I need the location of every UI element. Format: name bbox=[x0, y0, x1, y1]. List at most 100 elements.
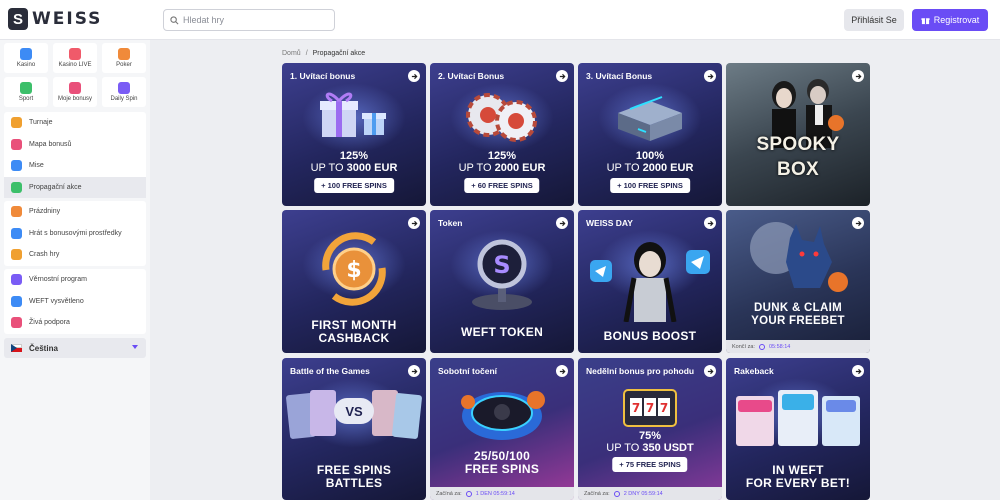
promo-card-welcome-2[interactable]: 2. Uvítací Bonus 125% UP TO 2000 EUR + 6… bbox=[430, 63, 574, 206]
chevron-down-icon bbox=[132, 345, 138, 349]
countdown-label: Končí za: bbox=[732, 343, 755, 350]
sidebar-item-crash-hry[interactable]: Crash hry bbox=[4, 244, 146, 266]
logo-mark: S bbox=[8, 8, 28, 30]
countdown-time: 1 DEN 05:59:14 bbox=[475, 490, 515, 497]
search-box[interactable] bbox=[163, 9, 335, 31]
tile-label: Daily Spin bbox=[110, 96, 138, 102]
sidebar-item-label: Prázdniny bbox=[29, 208, 61, 216]
svg-text:$: $ bbox=[346, 258, 361, 283]
breadcrumb-separator: / bbox=[305, 50, 308, 57]
card-headline: WEFT TOKEN bbox=[460, 325, 544, 339]
sidebar-item-mise[interactable]: Mise bbox=[4, 155, 146, 177]
card-countdown: Končí za: 05:58:14 bbox=[726, 340, 870, 353]
card-headline-2: FREE SPINS bbox=[464, 462, 540, 476]
sidebar-item-vernostni-program[interactable]: Věrnostní program bbox=[4, 269, 146, 291]
promo-card-battle-games[interactable]: Battle of the Games VS FREE SPINS BATTLE… bbox=[282, 358, 426, 500]
sidebar-item-propagacni-akce[interactable]: Propagační akce bbox=[4, 176, 146, 198]
promo-card-sunday-bonus[interactable]: Nedělní bonus pro pohodu 777 75% UP TO 3… bbox=[578, 358, 722, 500]
card-title: 2. Uvítací Bonus bbox=[438, 71, 505, 81]
weiss-logo[interactable]: S WEISS bbox=[8, 8, 102, 30]
sidebar-item-turnaje[interactable]: Turnaje bbox=[4, 112, 146, 134]
promo-card-welcome-1[interactable]: 1. Uvítací bonus 125% UP TO 3000 EUR + 1… bbox=[282, 63, 426, 206]
arrow-right-icon[interactable] bbox=[704, 217, 716, 229]
promo-card-spooky-box[interactable]: SPOOKY BOX bbox=[726, 63, 870, 206]
tile-moje-bonusy[interactable]: Moje bonusy bbox=[53, 77, 97, 107]
map-icon bbox=[11, 138, 22, 150]
card-countdown: Začíná za: 1 DEN 05:59:14 bbox=[430, 487, 574, 500]
arrow-right-icon[interactable] bbox=[704, 70, 716, 82]
card-amount: UP TO 2000 EUR bbox=[578, 163, 722, 174]
sidebar-item-bonus-funds[interactable]: Hrát s bonusovými prostředky bbox=[4, 223, 146, 245]
sidebar-item-label: Propagační akce bbox=[29, 183, 82, 191]
card-amount: UP TO 3000 EUR bbox=[282, 163, 426, 174]
countdown-time: 05:58:14 bbox=[768, 343, 791, 350]
sidebar-item-podpora[interactable]: Živá podpora bbox=[4, 312, 146, 334]
tile-daily-spin[interactable]: Daily Spin bbox=[102, 77, 146, 107]
card-headline: BONUS BOOST bbox=[603, 329, 697, 343]
tile-label: Kasino bbox=[16, 62, 36, 68]
sidebar-item-label: Mapa bonusů bbox=[29, 140, 72, 148]
card-headline: DUNK & CLAIM bbox=[754, 302, 842, 314]
promo-card-weft-token[interactable]: Token S WEFT TOKEN bbox=[430, 210, 574, 353]
search-input[interactable] bbox=[183, 15, 323, 25]
werewolf-illustration bbox=[750, 222, 848, 292]
promo-card-cashback[interactable]: $ FIRST MONTH CASHBACK bbox=[282, 210, 426, 353]
arrow-right-icon[interactable] bbox=[704, 365, 716, 377]
live-icon bbox=[69, 48, 81, 60]
tile-label: Poker bbox=[116, 62, 132, 68]
promo-card-dunk-claim[interactable]: DUNK & CLAIM YOUR FREEBET Končí za: 05:5… bbox=[726, 210, 870, 353]
promo-card-rakeback[interactable]: Rakeback IN WEFT FOR EVERY BET! bbox=[726, 358, 870, 500]
arrow-right-icon[interactable] bbox=[408, 217, 420, 229]
register-button[interactable]: Registrovat bbox=[912, 9, 988, 31]
card-amount: UP TO 350 USDT bbox=[578, 443, 722, 454]
tile-sport[interactable]: Sport bbox=[4, 77, 48, 107]
arrow-right-icon[interactable] bbox=[556, 70, 568, 82]
breadcrumb-home[interactable]: Domů bbox=[282, 50, 301, 57]
sidebar-group-1: Turnaje Mapa bonusů Mise Propagační akce bbox=[4, 112, 146, 198]
arrow-right-icon[interactable] bbox=[852, 70, 864, 82]
login-button[interactable]: Přihlásit Se bbox=[844, 9, 904, 31]
card-headline: SPOOKY bbox=[756, 134, 840, 155]
tile-label: Sport bbox=[18, 96, 34, 102]
promo-card-weiss-day[interactable]: WEISS DAY BONUS BOOST bbox=[578, 210, 722, 353]
arrow-right-icon[interactable] bbox=[408, 365, 420, 377]
tile-label: Moje bonusy bbox=[57, 96, 93, 102]
card-percent: 125% bbox=[487, 150, 517, 162]
card-headline: FIRST MONTH bbox=[311, 318, 397, 332]
sidebar-group-2: Prázdniny Hrát s bonusovými prostředky C… bbox=[4, 201, 146, 266]
svg-text:7: 7 bbox=[646, 401, 654, 415]
arrow-right-icon[interactable] bbox=[408, 70, 420, 82]
countdown-time: 2 DNY 05:59:14 bbox=[623, 490, 663, 497]
card-free-spins: + 75 FREE SPINS bbox=[612, 457, 688, 472]
card-percent: 125% bbox=[339, 150, 369, 162]
promo-card-saturday-spins[interactable]: Sobotní točení 25/50/100 FREE SPINS Začí… bbox=[430, 358, 574, 500]
sidebar-item-prazdniny[interactable]: Prázdniny bbox=[4, 201, 146, 223]
vs-badge: VS bbox=[334, 398, 374, 424]
tile-kasino[interactable]: Kasino bbox=[4, 43, 48, 73]
sidebar-item-mapa-bonusu[interactable]: Mapa bonusů bbox=[4, 134, 146, 156]
sidebar-item-label: Turnaje bbox=[29, 119, 53, 127]
card-amount-prefix: UP TO bbox=[606, 442, 643, 454]
tile-kasino-live[interactable]: Kasino LIVE bbox=[53, 43, 97, 73]
arrow-right-icon[interactable] bbox=[556, 217, 568, 229]
svg-text:7: 7 bbox=[632, 401, 640, 415]
sport-icon bbox=[20, 82, 32, 94]
card-free-spins: + 60 FREE SPINS bbox=[464, 178, 540, 193]
sidebar-item-label: WEFT vysvětleno bbox=[29, 297, 84, 305]
casino-chips-icon bbox=[466, 93, 537, 142]
czech-flag-icon bbox=[11, 344, 22, 352]
language-selector[interactable]: Čeština bbox=[4, 338, 146, 358]
card-percent: 75% bbox=[638, 430, 662, 442]
sidebar-group-3: Věrnostní program WEFT vysvětleno Živá p… bbox=[4, 269, 146, 334]
promo-card-welcome-3[interactable]: 3. Uvítací Bonus 100% UP TO 2000 EUR + 1… bbox=[578, 63, 722, 206]
card-title: Nedělní bonus pro pohodu bbox=[586, 366, 695, 376]
arrow-right-icon[interactable] bbox=[556, 365, 568, 377]
sidebar-item-label: Věrnostní program bbox=[29, 276, 87, 284]
tile-poker[interactable]: Poker bbox=[102, 43, 146, 73]
card-percent: 100% bbox=[635, 150, 665, 162]
sidebar-item-weft[interactable]: WEFT vysvětleno bbox=[4, 291, 146, 313]
search-icon bbox=[170, 15, 179, 24]
arrow-right-icon[interactable] bbox=[852, 365, 864, 377]
card-free-spins: + 100 FREE SPINS bbox=[610, 178, 690, 193]
gift-icon bbox=[69, 82, 81, 94]
